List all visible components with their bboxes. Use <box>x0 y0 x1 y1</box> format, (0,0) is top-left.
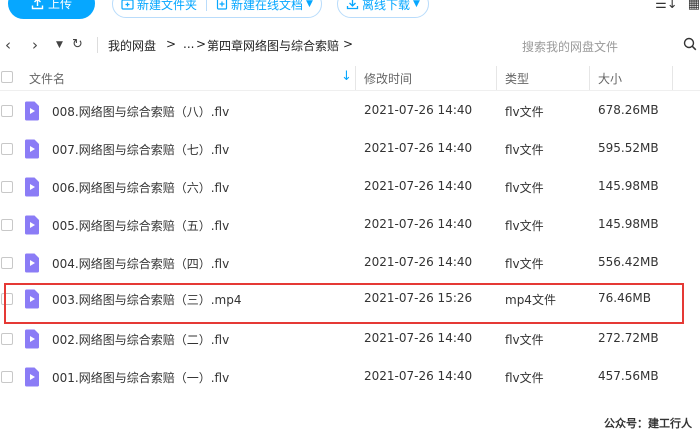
new-folder-label: 新建文件夹 <box>137 0 198 12</box>
breadcrumb-separator: > <box>343 37 354 51</box>
video-file-icon <box>25 139 39 159</box>
row-checkbox[interactable] <box>1 257 13 269</box>
toolbar-divider <box>206 0 208 11</box>
table-row[interactable]: 004.网络图与综合索赔（四）.flv 2021-07-26 14:40 flv文件… <box>0 244 700 282</box>
column-divider <box>589 66 590 90</box>
video-file-icon <box>25 101 39 121</box>
upload-icon <box>31 0 44 9</box>
download-icon <box>346 0 359 10</box>
new-online-doc-label: 新建在线文档 <box>231 0 304 12</box>
file-size: 678.26MB <box>598 103 659 117</box>
file-size: 595.52MB <box>598 141 659 155</box>
row-checkbox[interactable] <box>1 143 13 155</box>
search-input[interactable]: 搜索我的网盘文件 <box>522 38 618 55</box>
table-row[interactable]: 006.网络图与综合索赔（六）.flv 2021-07-26 14:40 flv文件… <box>0 168 700 206</box>
file-name[interactable]: 008.网络图与综合索赔（八）.flv <box>52 103 229 120</box>
video-file-icon <box>25 215 39 235</box>
file-size: 556.42MB <box>598 255 659 269</box>
search-icon[interactable] <box>683 37 697 51</box>
watermark-text: 公众号：建工行人 <box>604 417 692 430</box>
file-type: flv文件 <box>505 371 544 385</box>
column-divider <box>672 66 673 90</box>
navigation-bar: ‹ › ▼ ↻ 我的网盘 > ... > 第四章网络图与综合索赔 > 搜索我的网… <box>0 34 700 56</box>
sort-arrow-icon[interactable]: ↓ <box>341 69 352 84</box>
new-folder-icon <box>121 0 134 10</box>
file-size: 272.72MB <box>598 331 659 345</box>
grid-view-icon[interactable]: ▦ <box>688 0 700 12</box>
toolbar: 上传 新建文件夹 新建在线文档 ▼ 离线下载 ▼ ☰↓ ▦ <box>0 0 700 22</box>
file-type: flv文件 <box>505 143 544 157</box>
file-type: flv文件 <box>505 333 544 347</box>
upload-button[interactable]: 上传 <box>8 0 95 19</box>
video-file-icon <box>25 367 39 387</box>
row-checkbox[interactable] <box>1 219 13 231</box>
nav-divider <box>97 37 98 53</box>
forward-arrow-icon[interactable]: › <box>32 34 38 56</box>
modified-time: 2021-07-26 14:40 <box>364 217 473 231</box>
table-row[interactable]: 001.网络图与综合索赔（一）.flv 2021-07-26 14:40 flv文件… <box>0 358 700 396</box>
modified-time: 2021-07-26 14:40 <box>364 331 473 345</box>
file-size: 145.98MB <box>598 179 659 193</box>
video-file-icon <box>25 329 39 349</box>
chevron-down-icon: ▼ <box>306 0 313 9</box>
row-checkbox[interactable] <box>1 105 13 117</box>
history-dropdown-icon[interactable]: ▼ <box>56 34 63 56</box>
column-divider <box>355 66 356 90</box>
refresh-icon[interactable]: ↻ <box>72 34 83 56</box>
row-checkbox[interactable] <box>1 333 13 345</box>
breadcrumb-current-folder[interactable]: 第四章网络图与综合索赔 <box>207 37 339 54</box>
file-name[interactable]: 005.网络图与综合索赔（五）.flv <box>52 217 229 234</box>
file-type: flv文件 <box>505 219 544 233</box>
modified-time: 2021-07-26 14:40 <box>364 141 473 155</box>
video-file-icon <box>25 177 39 197</box>
file-name[interactable]: 001.网络图与综合索赔（一）.flv <box>52 369 229 386</box>
row-checkbox[interactable] <box>1 181 13 193</box>
file-size: 145.98MB <box>598 217 659 231</box>
breadcrumb-separator: > <box>166 37 177 51</box>
row-checkbox[interactable] <box>1 371 13 383</box>
breadcrumb-my-drive[interactable]: 我的网盘 <box>108 37 156 54</box>
column-header-type[interactable]: 类型 <box>505 70 529 87</box>
file-size: 457.56MB <box>598 369 659 383</box>
table-row[interactable]: 007.网络图与综合索赔（七）.flv 2021-07-26 14:40 flv文件… <box>0 130 700 168</box>
new-doc-icon <box>216 0 228 10</box>
file-table-header: 文件名 ↓ 修改时间 类型 大小 <box>0 66 700 90</box>
sort-list-icon[interactable]: ☰↓ <box>655 0 678 12</box>
breadcrumb-separator: > <box>196 37 207 51</box>
upload-label: 上传 <box>47 0 72 11</box>
offline-download-label: 离线下载 <box>362 0 411 12</box>
modified-time: 2021-07-26 14:40 <box>364 369 473 383</box>
column-header-modified-time[interactable]: 修改时间 <box>364 70 412 87</box>
view-controls: ☰↓ ▦ <box>655 0 700 12</box>
column-header-size[interactable]: 大小 <box>598 70 622 87</box>
video-file-icon <box>25 253 39 273</box>
modified-time: 2021-07-26 14:40 <box>364 179 473 193</box>
file-type: flv文件 <box>505 257 544 271</box>
select-all-checkbox[interactable] <box>1 71 13 83</box>
new-folder-button[interactable]: 新建文件夹 新建在线文档 ▼ <box>112 0 322 18</box>
offline-download-button[interactable]: 离线下载 ▼ <box>337 0 429 18</box>
file-name[interactable]: 007.网络图与综合索赔（七）.flv <box>52 141 229 158</box>
table-row[interactable]: 008.网络图与综合索赔（八）.flv 2021-07-26 14:40 flv文件… <box>0 92 700 130</box>
table-row[interactable]: 005.网络图与综合索赔（五）.flv 2021-07-26 14:40 flv文件… <box>0 206 700 244</box>
modified-time: 2021-07-26 14:40 <box>364 103 473 117</box>
file-type: flv文件 <box>505 181 544 195</box>
breadcrumb-ellipsis[interactable]: ... <box>183 37 194 51</box>
column-divider <box>496 66 497 90</box>
file-name[interactable]: 006.网络图与综合索赔（六）.flv <box>52 179 229 196</box>
file-name[interactable]: 002.网络图与综合索赔（二）.flv <box>52 331 229 348</box>
file-name[interactable]: 004.网络图与综合索赔（四）.flv <box>52 255 229 272</box>
column-header-filename[interactable]: 文件名 <box>29 70 65 87</box>
highlight-box <box>4 283 684 324</box>
search-box[interactable]: 搜索我的网盘文件 <box>508 34 700 56</box>
header-divider <box>0 90 700 91</box>
back-arrow-icon[interactable]: ‹ <box>5 34 11 56</box>
chevron-down-icon: ▼ <box>413 0 420 9</box>
file-type: flv文件 <box>505 105 544 119</box>
modified-time: 2021-07-26 14:40 <box>364 255 473 269</box>
table-row[interactable]: 002.网络图与综合索赔（二）.flv 2021-07-26 14:40 flv文件… <box>0 320 700 358</box>
